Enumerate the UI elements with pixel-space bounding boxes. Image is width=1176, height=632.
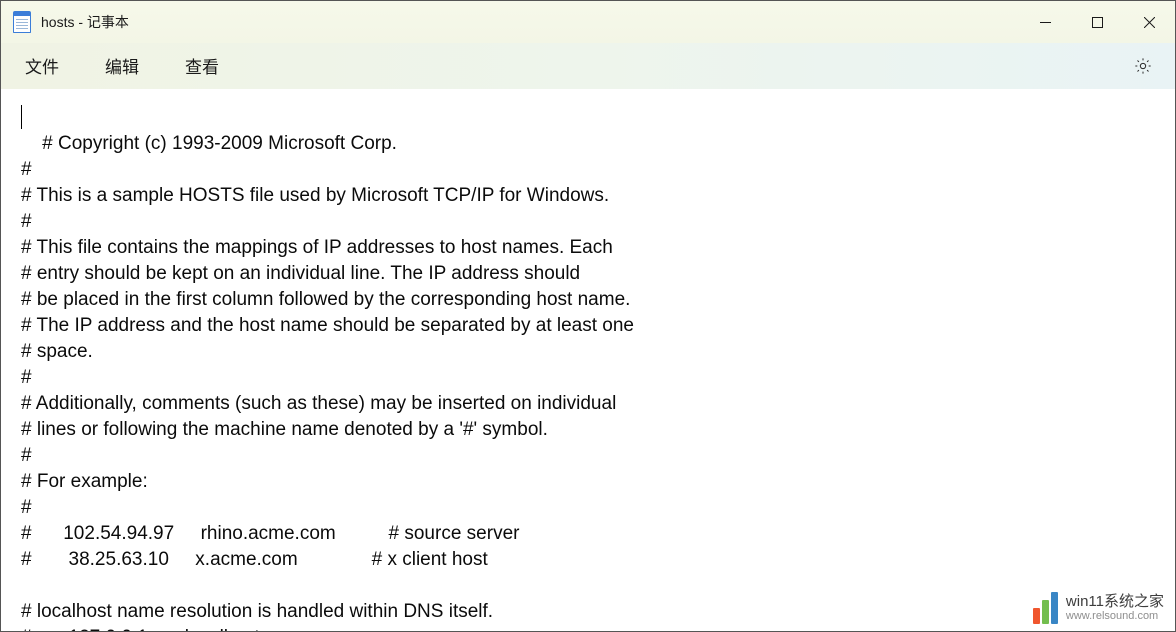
maximize-icon (1092, 17, 1103, 28)
text-caret (21, 105, 22, 129)
settings-button[interactable] (1129, 52, 1157, 80)
close-button[interactable] (1123, 1, 1175, 43)
minimize-icon (1040, 17, 1051, 28)
close-icon (1144, 17, 1155, 28)
window-title: hosts - 记事本 (41, 12, 129, 32)
menu-edit[interactable]: 编辑 (99, 49, 145, 82)
menu-view[interactable]: 查看 (179, 49, 225, 82)
titlebar[interactable]: hosts - 记事本 (1, 1, 1175, 43)
gear-icon (1133, 56, 1153, 76)
text-editor[interactable]: # Copyright (c) 1993-2009 Microsoft Corp… (1, 89, 1175, 631)
menubar: 文件 编辑 查看 (1, 43, 1175, 89)
window-controls (1019, 1, 1175, 43)
menu-file[interactable]: 文件 (19, 49, 65, 82)
maximize-button[interactable] (1071, 1, 1123, 43)
minimize-button[interactable] (1019, 1, 1071, 43)
file-content: # Copyright (c) 1993-2009 Microsoft Corp… (21, 133, 634, 631)
notepad-window: hosts - 记事本 文件 编辑 查看 (0, 0, 1176, 632)
notepad-icon (13, 11, 31, 33)
titlebar-left: hosts - 记事本 (13, 11, 129, 33)
